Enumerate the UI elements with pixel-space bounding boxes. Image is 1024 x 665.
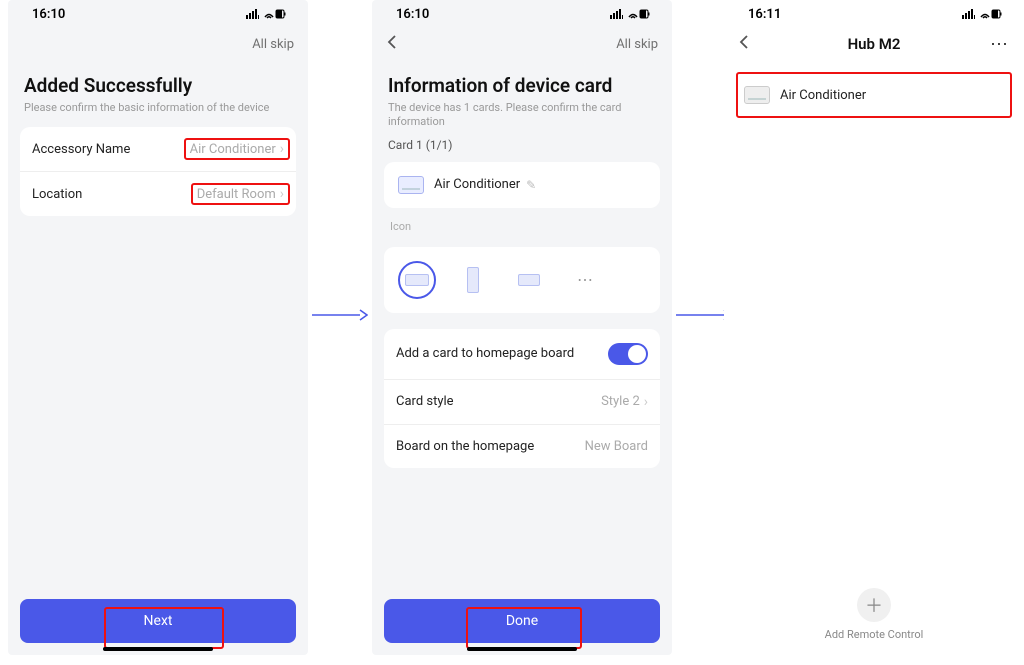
device-name-card: Air Conditioner ✎ xyxy=(384,162,660,208)
accessory-name-row[interactable]: Accessory Name Air Conditioner › xyxy=(20,127,296,171)
card-settings: Add a card to homepage board Card style … xyxy=(384,329,660,468)
device-info-card: Accessory Name Air Conditioner › Locatio… xyxy=(20,127,296,216)
card-counter: Card 1 (1/1) xyxy=(372,132,672,152)
home-indicator xyxy=(103,647,213,651)
board-row[interactable]: Board on the homepage New Board xyxy=(384,424,660,468)
status-icons xyxy=(962,8,1002,20)
screen-added-successfully: 16:10 All skip Added Successfully Please… xyxy=(8,0,308,655)
page-title: Added Successfully xyxy=(24,74,292,97)
status-bar: 16:10 xyxy=(372,0,672,24)
accessory-name-value: Air Conditioner › xyxy=(184,138,290,160)
top-bar: Hub M2 ⋯ xyxy=(724,24,1024,64)
page-title: Information of device card xyxy=(388,74,656,97)
add-remote-control[interactable]: ＋ Add Remote Control xyxy=(724,588,1024,641)
status-bar: 16:10 xyxy=(8,0,308,24)
edit-icon[interactable]: ✎ xyxy=(526,178,536,192)
back-button[interactable] xyxy=(738,34,758,54)
icon-section-label: Icon xyxy=(372,208,672,237)
flow-arrow-icon xyxy=(312,305,368,325)
icon-picker-card: ⋯ xyxy=(384,247,660,313)
add-to-homepage-row: Add a card to homepage board xyxy=(384,329,660,379)
done-button[interactable]: Done xyxy=(384,599,660,643)
icon-option-more[interactable]: ⋯ xyxy=(566,261,604,299)
back-button[interactable] xyxy=(386,34,406,54)
page-heading: Added Successfully Please confirm the ba… xyxy=(8,64,308,117)
more-menu-icon[interactable]: ⋯ xyxy=(990,34,1010,55)
top-bar: All skip xyxy=(372,24,672,64)
screen-device-card-info: 16:10 All skip Information of device car… xyxy=(372,0,672,655)
device-list-item[interactable]: Air Conditioner xyxy=(736,72,1012,118)
icon-option-ac-tower[interactable] xyxy=(454,261,492,299)
ac-icon xyxy=(744,86,770,104)
clock: 16:10 xyxy=(396,7,429,22)
clock: 16:11 xyxy=(748,7,781,22)
page-subtitle: Please confirm the basic information of … xyxy=(24,101,292,115)
next-button[interactable]: Next xyxy=(20,599,296,643)
status-icons xyxy=(246,8,286,20)
icon-option-ac-window[interactable] xyxy=(510,261,548,299)
status-icons xyxy=(610,8,650,20)
all-skip-link[interactable]: All skip xyxy=(252,37,294,52)
device-name-row[interactable]: Air Conditioner ✎ xyxy=(384,162,660,208)
row-label: Location xyxy=(32,187,82,202)
page-heading: Information of device card The device ha… xyxy=(372,64,672,132)
status-bar: 16:11 xyxy=(724,0,1024,24)
screen-hub: 16:11 Hub M2 ⋯ Air Conditioner ＋ Add Rem… xyxy=(724,0,1024,655)
location-row[interactable]: Location Default Room › xyxy=(20,171,296,216)
clock: 16:10 xyxy=(32,7,65,22)
add-to-homepage-toggle[interactable] xyxy=(608,343,648,365)
chevron-right-icon: › xyxy=(280,186,284,202)
top-bar: All skip xyxy=(8,24,308,64)
page-subtitle: The device has 1 cards. Please confirm t… xyxy=(388,101,656,130)
plus-icon: ＋ xyxy=(857,588,891,622)
row-label: Accessory Name xyxy=(32,142,130,157)
all-skip-link[interactable]: All skip xyxy=(616,37,658,52)
chevron-right-icon: › xyxy=(644,394,648,410)
hub-title: Hub M2 xyxy=(758,35,990,53)
ac-icon xyxy=(398,176,424,194)
card-style-row[interactable]: Card style Style 2 › xyxy=(384,379,660,424)
chevron-right-icon: › xyxy=(280,141,284,157)
location-value: Default Room › xyxy=(191,183,290,205)
icon-option-ac-wall[interactable] xyxy=(398,261,436,299)
device-list: Air Conditioner xyxy=(724,64,1024,126)
home-indicator xyxy=(467,647,577,651)
